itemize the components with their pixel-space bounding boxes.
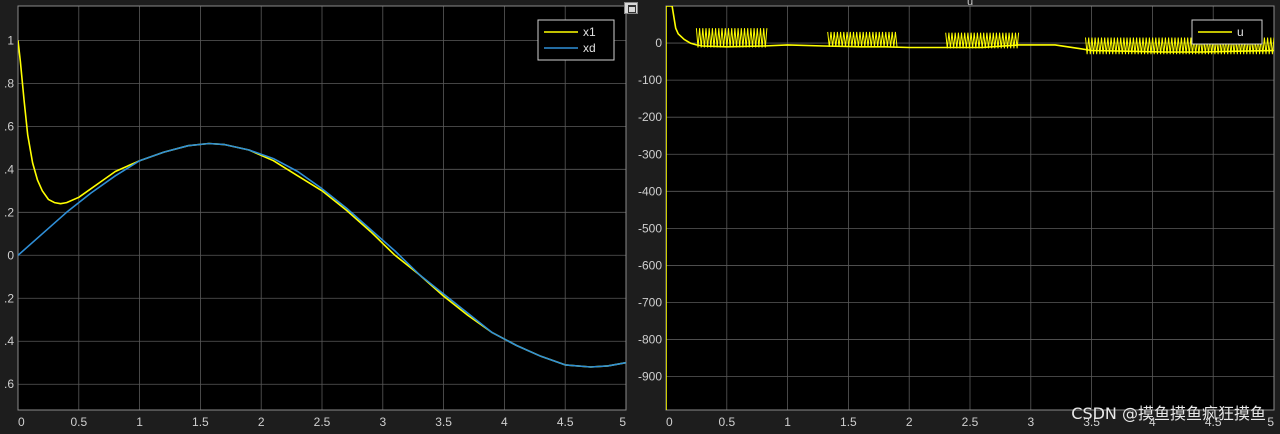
- chart-panel-2: 0 0.5 1 1.5 2 2.5 3 3.5 4 4.5 50-100-200-300-400-5…: [638, 0, 1275, 429]
- x-tick-label: 2.5: [962, 415, 979, 429]
- y-tick-label: .8: [4, 76, 14, 90]
- x-tick-label: 5: [619, 415, 626, 429]
- y-tick-label: .4: [4, 334, 14, 348]
- x-tick-label: 3: [379, 415, 386, 429]
- x-tick-label: 3.5: [435, 415, 452, 429]
- watermark-text: CSDN @摸鱼摸鱼疯狂摸鱼: [1071, 404, 1266, 423]
- x-tick-label: 0: [666, 415, 673, 429]
- x-tick-label: 5: [1267, 415, 1274, 429]
- y-tick-label: -400: [638, 184, 662, 198]
- x-tick-label: 2: [906, 415, 913, 429]
- x-tick-label: 3: [1027, 415, 1034, 429]
- y-tick-label: -800: [638, 333, 662, 347]
- y-tick-label: -200: [638, 110, 662, 124]
- undock-icon[interactable]: [624, 2, 638, 14]
- y-tick-label: .6: [4, 119, 14, 133]
- x-tick-label: 1.5: [840, 415, 857, 429]
- x-tick-label: 4.5: [557, 415, 574, 429]
- y-tick-label: -600: [638, 258, 662, 272]
- x-tick-label: 0: [18, 415, 25, 429]
- legend-label-xd: xd: [583, 41, 596, 55]
- chart-title: u: [967, 0, 973, 8]
- y-tick-label: -300: [638, 147, 662, 161]
- x-tick-label: 0.5: [718, 415, 735, 429]
- y-tick-label: .6: [4, 377, 14, 391]
- legend-label-x1: x1: [583, 25, 596, 39]
- legend-box: [537, 19, 615, 61]
- y-tick-label: .2: [4, 205, 14, 219]
- x-tick-label: 2.5: [314, 415, 331, 429]
- y-tick-label: -900: [638, 370, 662, 384]
- x-tick-label: 4: [501, 415, 508, 429]
- x-tick-label: 0.5: [70, 415, 87, 429]
- x-tick-label: 1: [136, 415, 143, 429]
- x-tick-label: 2: [258, 415, 265, 429]
- legend: x1 xd: [537, 19, 615, 61]
- legend: u: [1191, 19, 1263, 45]
- y-tick-label: 0: [655, 36, 662, 50]
- chart-panel-1: 0 0.5 1 1.5 2 2.5 3 3.5 4 4.5 51.8.6.4.20.2.4.6x1x…: [4, 5, 627, 429]
- legend-label-u: u: [1237, 25, 1244, 39]
- x-tick-label: 1.5: [192, 415, 209, 429]
- y-tick-label: 0: [7, 248, 14, 262]
- y-tick-label: -100: [638, 73, 662, 87]
- y-tick-label: -500: [638, 221, 662, 235]
- figure-canvas: 0 0.5 1 1.5 2 2.5 3 3.5 4 4.5 51.8.6.4.20.2.4.6x1x…: [4, 0, 1275, 429]
- y-tick-label: 1: [7, 33, 14, 47]
- y-tick-label: .4: [4, 162, 14, 176]
- y-tick-label: .2: [4, 291, 14, 305]
- y-tick-label: -700: [638, 296, 662, 310]
- x-tick-label: 1: [784, 415, 791, 429]
